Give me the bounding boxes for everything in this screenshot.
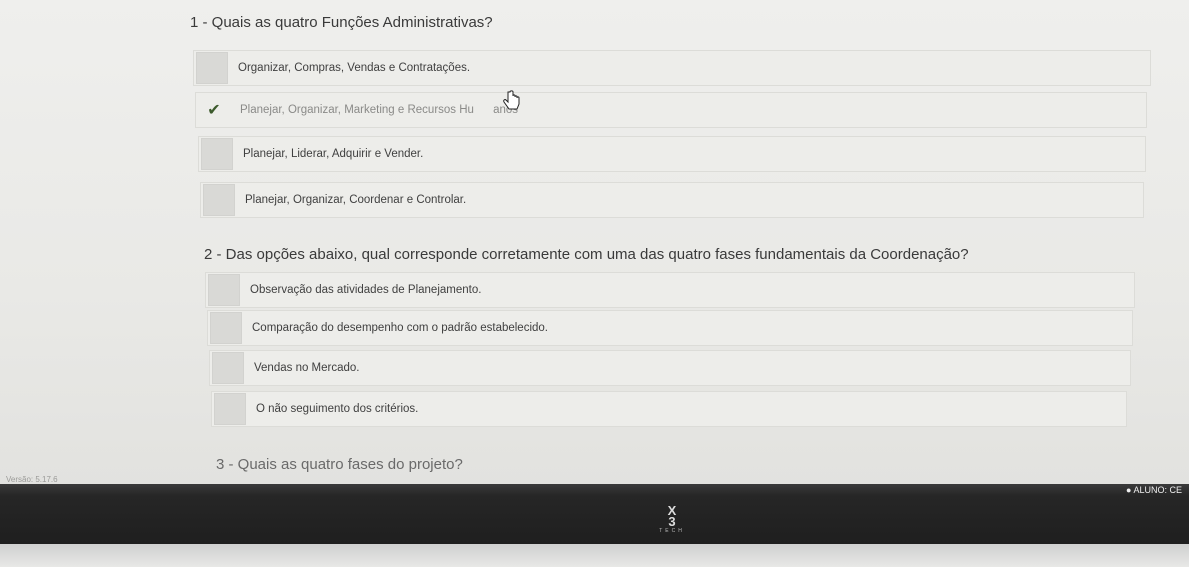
q1-option-3[interactable]: Planejar, Liderar, Adquirir e Vender. [198, 136, 1146, 172]
version-label: Versão: 5.17.6 [6, 475, 58, 484]
desk-surface [0, 544, 1189, 567]
monitor-bezel [0, 484, 1189, 544]
user-label: ALUNO: CE [1133, 485, 1182, 495]
q2-option-3[interactable]: Vendas no Mercado. [209, 350, 1131, 386]
q2-option-2-label: Comparação do desempenho com o padrão es… [252, 322, 548, 334]
q2-option-2-checkbox[interactable] [210, 312, 242, 344]
q2-option-4[interactable]: O não seguimento dos critérios. [211, 391, 1127, 427]
user-badge: ● ALUNO: CE [1126, 485, 1182, 495]
monitor-brand-logo: X 3 TECH [652, 504, 692, 539]
q1-option-2-label: Planejar, Organizar, Marketing e Recurso… [240, 104, 519, 116]
q2-option-1-label: Observação das atividades de Planejament… [250, 284, 482, 296]
q1-option-4-label: Planejar, Organizar, Coordenar e Control… [245, 194, 467, 206]
q1-option-1-checkbox[interactable] [196, 52, 228, 84]
logo-tech: TECH [659, 528, 685, 534]
q2-option-1-checkbox[interactable] [208, 274, 240, 306]
q1-option-1[interactable]: Organizar, Compras, Vendas e Contrataçõe… [193, 50, 1151, 86]
q1-option-4-checkbox[interactable] [203, 184, 235, 216]
q2-option-2[interactable]: Comparação do desempenho com o padrão es… [207, 310, 1133, 346]
q1-option-3-checkbox[interactable] [201, 138, 233, 170]
q2-option-3-checkbox[interactable] [212, 352, 244, 384]
hand-cursor-icon [503, 90, 520, 110]
logo-3: 3 [668, 514, 676, 529]
q2-option-1[interactable]: Observação das atividades de Planejament… [205, 272, 1135, 308]
q2-option-4-label: O não seguimento dos critérios. [256, 403, 419, 415]
question-1-title: 1 - Quais as quatro Funções Administrati… [190, 14, 493, 31]
user-icon: ● [1126, 485, 1132, 495]
checkmark-icon[interactable]: ✔ [198, 94, 230, 126]
q1-option-4[interactable]: Planejar, Organizar, Coordenar e Control… [200, 182, 1144, 218]
q1-option-2[interactable]: ✔ Planejar, Organizar, Marketing e Recur… [195, 92, 1147, 128]
q1-option-1-label: Organizar, Compras, Vendas e Contrataçõe… [238, 62, 471, 74]
quiz-screen: 1 - Quais as quatro Funções Administrati… [0, 0, 1189, 488]
q2-option-4-checkbox[interactable] [214, 393, 246, 425]
question-3-title: 3 - Quais as quatro fases do projeto? [216, 456, 463, 473]
q1-option-3-label: Planejar, Liderar, Adquirir e Vender. [243, 148, 424, 160]
question-2-title: 2 - Das opções abaixo, qual corresponde … [204, 246, 969, 263]
q2-option-3-label: Vendas no Mercado. [254, 362, 360, 374]
